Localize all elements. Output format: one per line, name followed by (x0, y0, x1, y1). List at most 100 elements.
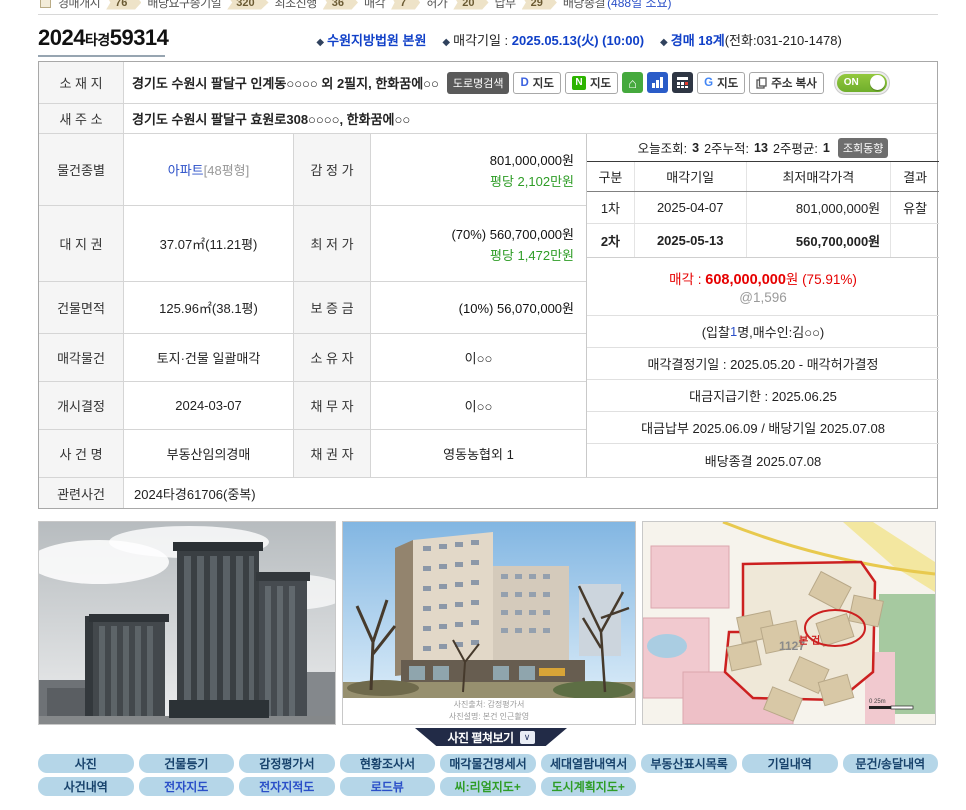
sale-date-item: ◆매각기일 : 2025.05.13(火) (10:00) (442, 30, 644, 49)
cadastral-map-illustration: 1127 본 건 0 25m (643, 522, 935, 724)
sale-date-label: 매각기일 : (453, 33, 512, 48)
min-price-per-pyeong: 평당 1,472만원 (490, 245, 574, 264)
timeline-days-arrow: 29 (522, 0, 557, 10)
google-map-button[interactable]: G 지도 (697, 72, 745, 94)
map-button-label: 지도 (533, 75, 554, 91)
road-view-button[interactable]: 로드뷰 (340, 777, 436, 796)
detail-label: 건물면적 (39, 282, 124, 333)
case-number-year: 2024 (38, 25, 85, 51)
schedule-row: 2차 2025-05-13 560,700,000원 (587, 224, 939, 258)
appraisal-price: 801,000,000원 (490, 150, 574, 169)
property-type-size: [48평형] (204, 160, 250, 179)
property-details: 물건종별 아파트[48평형] 감 정 가 801,000,000원평당 2,10… (39, 134, 586, 477)
court-name: 수원지방법원 본원 (327, 33, 426, 48)
dept-item: ◆경매 18계(전화:031-210-1478) (660, 30, 842, 49)
new-address-row: 새 주 소 경기도 수원시 팔달구 효원로308○○○○, 한화꿈에○○ (39, 104, 937, 134)
bidder-text: (입찰 (702, 322, 730, 341)
case-number-type: 타경 (85, 30, 110, 50)
daum-logo-icon: D (520, 77, 528, 89)
view-stats-bar: 오늘조회:3 2주누적:13 2주평균:1 조회동향 (587, 134, 939, 162)
detail-label: 대 지 권 (39, 206, 124, 281)
calculator-icon (676, 76, 689, 89)
bullet-icon: ◆ (442, 37, 450, 48)
building-registry-button[interactable]: 건물등기 (139, 754, 235, 773)
sale-item-statement-button[interactable]: 매각물건명세서 (440, 754, 536, 773)
schedule-header-result: 결과 (891, 162, 939, 191)
related-case-value: 2024타경61706(중복) (134, 484, 256, 503)
city-plan-map-button[interactable]: 도시계획지도+ (541, 777, 637, 796)
on-off-toggle[interactable]: ON (834, 71, 890, 95)
schedule-date: 2025-05-13 (635, 224, 747, 257)
photo-building-exterior-1[interactable] (38, 521, 336, 725)
timeline-days-arrow: 7 (391, 0, 420, 10)
document-buttons-row-1: 사진 건물등기 감정평가서 현황조사서 매각물건명세서 세대열람내역서 부동산표… (38, 754, 938, 773)
dividend-closed-row: 배당종결 2025.07.08 (587, 444, 939, 477)
sale-result-price: 608,000,000 (705, 272, 786, 288)
photo-description-caption: 사진설명: 본건 인근촬영 (343, 711, 635, 723)
detail-label: 사 건 명 (39, 430, 124, 477)
detail-row-building: 건물면적 125.96㎡(38.1평) 보 증 금 (10%) 56,070,0… (39, 282, 586, 334)
building-photo-illustration (39, 522, 335, 724)
photo-source-caption: 사진출처: 감정평가서 (343, 699, 635, 711)
property-type-link[interactable]: 아파트 (168, 160, 204, 179)
creditor-value: 영동농협외 1 (443, 444, 514, 463)
auction-dept: 경매 18계 (671, 33, 725, 48)
view-trend-button[interactable]: 조회동향 (838, 138, 888, 158)
photo-building-exterior-2[interactable]: 사진출처: 감정평가서 사진설명: 본건 인근촬영 (342, 521, 636, 725)
appraisal-per-pyeong: 평당 2,102만원 (490, 171, 574, 190)
sale-object-value: 토지·건물 일괄매각 (157, 348, 261, 367)
property-list-button[interactable]: 부동산표시목록 (641, 754, 737, 773)
two-week-views-value: 13 (754, 141, 768, 155)
detail-label: 채 권 자 (294, 430, 371, 477)
sale-date-value: 2025.05.13(火) (10:00) (512, 33, 644, 48)
detail-label: 보 증 금 (294, 282, 371, 333)
calculator-icon-button[interactable] (672, 72, 693, 93)
appraisal-report-button[interactable]: 감정평가서 (239, 754, 335, 773)
status-survey-button[interactable]: 현황조사서 (340, 754, 436, 773)
daum-map-button[interactable]: D 지도 (513, 72, 560, 94)
document-delivery-button[interactable]: 문건/송달내역 (843, 754, 939, 773)
case-history-button[interactable]: 사건내역 (38, 777, 134, 796)
map-button-label: 지도 (717, 75, 738, 91)
schedule-result: 유찰 (891, 192, 939, 223)
court-name-item[interactable]: ◆수원지방법원 본원 (316, 30, 426, 49)
address-row: 소 재 지 경기도 수원시 팔달구 인계동○○○○ 외 2필지, 한화꿈에○○ … (39, 62, 937, 104)
household-record-button[interactable]: 세대열람내역서 (541, 754, 637, 773)
case-header: 2024 타경 59314 ◆수원지방법원 본원 ◆매각기일 : 2025.05… (38, 15, 938, 53)
timeline-stage-label: 배당종결 (563, 0, 605, 11)
photos-button[interactable]: 사진 (38, 754, 134, 773)
toggle-on-label: ON (844, 77, 859, 88)
sale-result-block: 매각 : 608,000,000원 (75.91%) @1,596 (587, 258, 939, 316)
today-views-value: 3 (692, 141, 699, 155)
detail-label: 채 무 자 (294, 382, 371, 429)
price-chart-icon-button[interactable] (647, 72, 668, 93)
sale-per-pyeong: @1,596 (739, 290, 787, 305)
detail-row-land: 대 지 권 37.07㎡(11.21평) 최 저 가 (70%) 560,700… (39, 206, 586, 282)
sale-result-won: 원 (786, 272, 798, 287)
land-home-icon-button[interactable]: ⌂ (622, 72, 643, 93)
detail-row-start-date: 개시결정 2024-03-07 채 무 자 이○○ (39, 382, 586, 430)
e-cadastral-map-button[interactable]: 전자지적도 (239, 777, 335, 796)
decision-date-row: 매각결정기일 : 2025.05.20 - 매각허가결정 (587, 348, 939, 380)
schedule-result (891, 224, 939, 257)
e-map-button[interactable]: 전자지도 (139, 777, 235, 796)
land-area-value: 37.07㎡(11.21평) (160, 234, 258, 253)
timeline-days-arrow: 320 (227, 0, 268, 10)
timeline-checkbox-icon[interactable] (40, 0, 51, 8)
copy-address-button[interactable]: 주소 복사 (749, 72, 824, 94)
detail-label: 감 정 가 (294, 134, 371, 205)
detail-row-type: 물건종별 아파트[48평형] 감 정 가 801,000,000원평당 2,10… (39, 134, 586, 206)
owner-value: 이○○ (465, 348, 493, 367)
timeline-stage-label: 배당요구종기일 (147, 0, 221, 11)
schedule-header-date: 매각기일 (635, 162, 747, 191)
photo-cadastral-map[interactable]: 1127 본 건 0 25m (642, 521, 936, 725)
seereal-map-button[interactable]: 씨:리얼지도+ (440, 777, 536, 796)
google-logo-icon: G (704, 77, 713, 89)
expand-photos-button[interactable]: 사진 펼쳐보기 ∨ (415, 728, 567, 746)
document-buttons-row-2: 사건내역 전자지도 전자지적도 로드뷰 씨:리얼지도+ 도시계획지도+ (38, 777, 938, 796)
road-name-search-button[interactable]: 도로명검색 (447, 72, 510, 94)
naver-map-button[interactable]: N지도 (565, 72, 618, 94)
timeline-total-days: (488일 소요) (607, 0, 671, 11)
expand-photos-label: 사진 펼쳐보기 (447, 729, 513, 746)
schedule-history-button[interactable]: 기일내역 (742, 754, 838, 773)
